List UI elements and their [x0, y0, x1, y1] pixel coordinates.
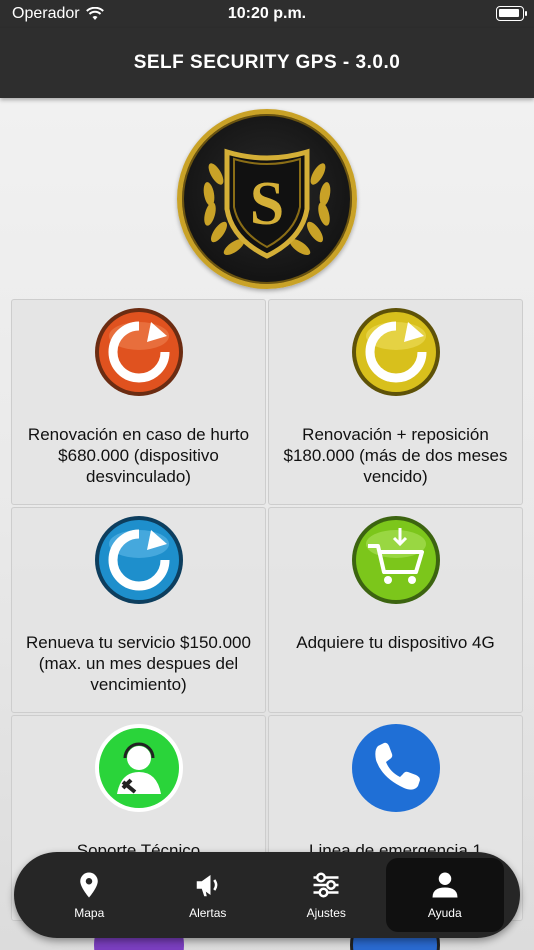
renew-orange-icon [94, 308, 183, 396]
shopping-cart-icon [351, 516, 440, 604]
card-buy-device[interactable]: Adquiere tu dispositivo 4G [268, 507, 523, 713]
card-label: Renovación en caso de hurto $680.000 (di… [27, 425, 250, 486]
user-icon [432, 872, 458, 898]
phone-icon [351, 724, 440, 812]
tab-alerts[interactable]: Alertas [149, 858, 268, 932]
options-grid: Renovación en caso de hurto $680.000 (di… [10, 298, 524, 922]
card-renew-service[interactable]: Renueva tu servicio $150.000 (max. un me… [11, 507, 266, 713]
card-label: Renueva tu servicio $150.000 (max. un me… [26, 633, 251, 694]
battery-icon [496, 6, 527, 21]
tab-map[interactable]: Mapa [30, 858, 149, 932]
tab-label: Ayuda [427, 906, 462, 920]
sliders-icon [313, 872, 339, 898]
tab-settings[interactable]: Ajustes [267, 858, 386, 932]
card-label: Adquiere tu dispositivo 4G [296, 633, 495, 652]
renew-yellow-icon [351, 308, 440, 396]
status-bar: Operador 10:20 p.m. [0, 0, 534, 28]
card-renewal-replacement[interactable]: Renovación + reposición $180.000 (más de… [268, 299, 523, 505]
map-pin-icon [80, 872, 98, 898]
card-renewal-theft[interactable]: Renovación en caso de hurto $680.000 (di… [11, 299, 266, 505]
support-agent-icon [94, 724, 183, 812]
tab-label: Mapa [74, 906, 105, 920]
status-carrier: Operador [12, 5, 104, 23]
wifi-icon [85, 7, 104, 20]
tab-label: Alertas [189, 906, 227, 920]
tab-help[interactable]: Ayuda [385, 858, 504, 932]
tab-bar: Mapa Alertas Ajustes Ayuda [14, 852, 520, 938]
laurel-shield-logo-icon: S [203, 148, 331, 259]
megaphone-icon [196, 875, 218, 897]
page-title: SELF SECURITY GPS - 3.0.0 [133, 52, 401, 73]
card-label: Renovación + reposición $180.000 (más de… [283, 425, 508, 486]
brand-logo: S [177, 109, 357, 289]
tab-label: Ajustes [306, 906, 346, 920]
carrier-label: Operador [12, 5, 80, 22]
app-header: SELF SECURITY GPS - 3.0.0 [0, 28, 534, 98]
logo-letter: S [250, 170, 284, 238]
renew-blue-icon [94, 516, 183, 604]
